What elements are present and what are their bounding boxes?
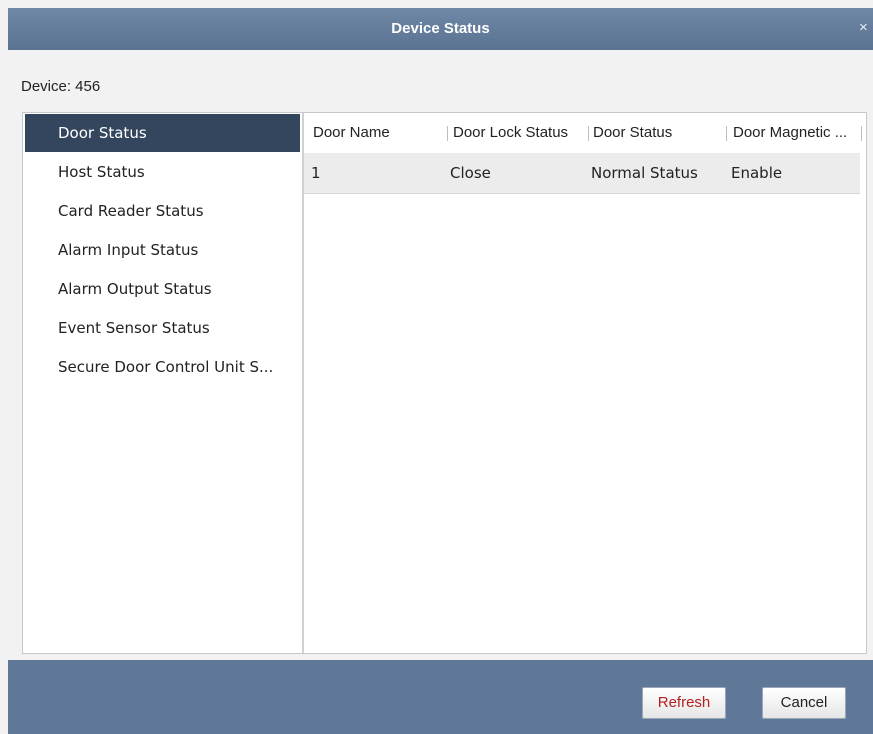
sidebar-item-alarm-output-status[interactable]: Alarm Output Status — [25, 270, 300, 308]
device-label: Device: 456 — [21, 78, 101, 95]
column-header-door-magnetic[interactable]: Door Magnetic ... — [733, 113, 847, 153]
table-row[interactable]: 1 Close Normal Status Enable — [304, 153, 860, 194]
door-status-table: Door Name Door Lock Status Door Status D… — [304, 113, 866, 653]
column-divider[interactable] — [726, 126, 727, 141]
sidebar-item-event-sensor-status[interactable]: Event Sensor Status — [25, 309, 300, 347]
cell-door-name: 1 — [311, 164, 321, 182]
cell-door-magnetic: Enable — [731, 164, 783, 182]
column-header-door-name[interactable]: Door Name — [313, 113, 390, 153]
refresh-button[interactable]: Refresh — [642, 687, 726, 719]
sidebar-item-secure-door-control-unit-status[interactable]: Secure Door Control Unit S... — [25, 348, 300, 386]
column-header-door-lock-status[interactable]: Door Lock Status — [453, 113, 568, 153]
table-header: Door Name Door Lock Status Door Status D… — [304, 113, 866, 153]
column-divider[interactable] — [447, 126, 448, 141]
status-panel: Door Status Host Status Card Reader Stat… — [22, 112, 867, 654]
status-category-list: Door Status Host Status Card Reader Stat… — [23, 113, 304, 653]
cancel-button[interactable]: Cancel — [762, 687, 846, 719]
cell-door-status: Normal Status — [591, 164, 698, 182]
sidebar-item-door-status[interactable]: Door Status — [25, 114, 300, 152]
close-icon[interactable]: × — [859, 18, 873, 38]
sidebar-item-alarm-input-status[interactable]: Alarm Input Status — [25, 231, 300, 269]
cell-door-lock-status: Close — [450, 164, 491, 182]
column-header-door-status[interactable]: Door Status — [593, 113, 672, 153]
title-bar: Device Status × — [8, 8, 873, 50]
dialog-footer: Refresh Cancel — [8, 660, 873, 734]
sidebar-item-host-status[interactable]: Host Status — [25, 153, 300, 191]
column-divider[interactable] — [588, 126, 589, 141]
device-status-dialog: Device Status × Device: 456 Door Status … — [0, 0, 873, 734]
column-divider[interactable] — [861, 126, 862, 141]
dialog-title: Device Status — [391, 20, 490, 37]
sidebar-item-card-reader-status[interactable]: Card Reader Status — [25, 192, 300, 230]
